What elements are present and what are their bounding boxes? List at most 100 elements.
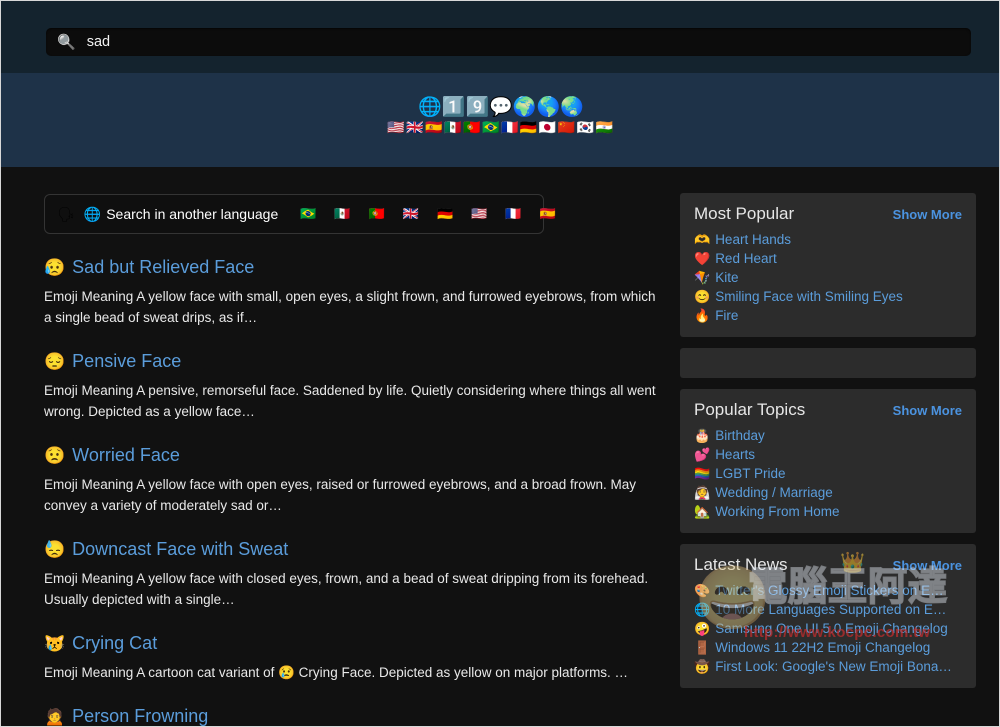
show-more-link[interactable]: Show More (893, 403, 962, 418)
item-label: Smiling Face with Smiling Eyes (715, 289, 903, 304)
most-popular-link[interactable]: 🫶 Heart Hands (694, 232, 791, 247)
item-label: Windows 11 22H2 Emoji Changelog (715, 640, 931, 655)
list-item[interactable]: 🤪 Samsung One UI 5.0 Emoji Changelog (694, 619, 962, 638)
list-item[interactable]: 🏳️‍🌈 LGBT Pride (694, 464, 962, 483)
list-item[interactable]: 👰 Wedding / Marriage (694, 483, 962, 502)
result-title-text: Crying Cat (72, 633, 158, 653)
news-link[interactable]: 🚪 Windows 11 22H2 Emoji Changelog (694, 640, 930, 655)
item-emoji: 🔥 (694, 308, 711, 323)
most-popular-link[interactable]: 😊 Smiling Face with Smiling Eyes (694, 289, 903, 304)
card-latest-news: Latest News Show More 🎨 Twitter's Glossy … (680, 544, 976, 688)
card-most-popular: Most Popular Show More 🫶 Heart Hands ❤️ Re… (680, 193, 976, 337)
sidebar: Most Popular Show More 🫶 Heart Hands ❤️ Re… (680, 167, 976, 688)
card-header: Most Popular Show More (694, 203, 962, 225)
result-title-text: Person Frowning (72, 706, 209, 726)
popular-topic-link[interactable]: 👰 Wedding / Marriage (694, 485, 833, 500)
emoji-logo-row: 🌐1️⃣9️⃣💬🌍🌎🌏 (418, 97, 584, 118)
item-emoji: 🪁 (694, 270, 711, 285)
search-result-item: 😓 Downcast Face with Sweat Emoji Meaning … (44, 538, 664, 610)
header-top-bar: 🔍 (1, 1, 999, 73)
item-label: Wedding / Marriage (715, 485, 833, 500)
header-flag-row[interactable]: 🇺🇸🇬🇧🇪🇸🇲🇽🇵🇹🇧🇷🇫🇷🇩🇪🇯🇵🇨🇳🇰🇷🇮🇳 (1, 119, 999, 136)
language-search-label: Search in another language (106, 206, 279, 222)
result-title-link[interactable]: 😿 Crying Cat (44, 632, 664, 655)
search-result-item: 😿 Crying Cat Emoji Meaning A cartoon cat … (44, 632, 664, 683)
card-ad-placeholder (680, 348, 976, 378)
item-label: First Look: Google's New Emoji Bona… (715, 659, 952, 674)
search-bar[interactable]: 🔍 (46, 28, 971, 56)
item-label: Kite (715, 270, 739, 285)
show-more-link[interactable]: Show More (893, 207, 962, 222)
result-title-link[interactable]: 🙍 Person Frowning (44, 705, 664, 726)
card-title: Latest News (694, 555, 788, 574)
list-item[interactable]: 🌐 10 More Languages Supported on E… (694, 600, 962, 619)
search-icon: 🔍 (57, 33, 76, 51)
item-emoji: 🏳️‍🌈 (694, 466, 711, 481)
item-emoji: 😊 (694, 289, 711, 304)
item-label: Working From Home (715, 504, 840, 519)
item-emoji: ❤️ (694, 251, 711, 266)
language-search-bar[interactable]: 🗣 🌐 Search in another language 🇧🇷🇲🇽🇵🇹🇬🇧🇩… (44, 194, 556, 234)
list-item[interactable]: 🔥 Fire (694, 306, 962, 325)
result-title-text: Downcast Face with Sweat (72, 539, 289, 559)
most-popular-link[interactable]: 🪁 Kite (694, 270, 738, 285)
emojipedia-search-page: 🔍 🌐1️⃣9️⃣💬🌍🌎🌏 🇺🇸🇬🇧🇪🇸🇲🇽🇵🇹🇧🇷🇫🇷🇩🇪🇯🇵🇨🇳🇰🇷🇮🇳 🗣… (0, 0, 1000, 727)
result-title-text: Worried Face (72, 445, 180, 465)
item-emoji: 🤪 (694, 621, 711, 636)
result-title-link[interactable]: 😥 Sad but Relieved Face (44, 256, 664, 279)
result-emoji: 😥 (44, 258, 66, 277)
card-header: Popular Topics Show More (694, 399, 962, 421)
list-item[interactable]: 🪁 Kite (694, 268, 962, 287)
result-emoji: 😿 (44, 634, 66, 653)
list-item[interactable]: 🎨 Twitter's Glossy Emoji Stickers on E… (694, 581, 962, 600)
list-item[interactable]: 🫶 Heart Hands (694, 230, 962, 249)
most-popular-link[interactable]: 🔥 Fire (694, 308, 738, 323)
item-label: Fire (715, 308, 739, 323)
list-item[interactable]: 🏡 Working From Home (694, 502, 962, 521)
speaking-head-icon: 🗣 (57, 205, 75, 222)
item-label: LGBT Pride (715, 466, 786, 481)
result-description: Emoji Meaning A pensive, remorseful face… (44, 383, 656, 419)
item-emoji: 🤠 (694, 659, 711, 674)
search-result-item: 🙍Person Frowning Emoji Meaning An upset … (44, 705, 664, 726)
language-flag-list[interactable]: 🇧🇷🇲🇽🇵🇹🇬🇧🇩🇪🇺🇸🇫🇷🇪🇸 (300, 206, 574, 222)
item-label: Samsung One UI 5.0 Emoji Changelog (715, 621, 948, 636)
news-link[interactable]: 🎨 Twitter's Glossy Emoji Stickers on E… (694, 583, 944, 598)
most-popular-link[interactable]: ❤️ Red Heart (694, 251, 777, 266)
card-title: Popular Topics (694, 400, 806, 419)
popular-topic-link[interactable]: 🏳️‍🌈 LGBT Pride (694, 466, 785, 481)
result-emoji: 🙍 (44, 707, 66, 726)
item-emoji: 🌐 (694, 602, 711, 617)
list-item[interactable]: ❤️ Red Heart (694, 249, 962, 268)
result-emoji: 😟 (44, 446, 66, 465)
news-link[interactable]: 🤠 First Look: Google's New Emoji Bona… (694, 659, 952, 674)
search-result-item: 😥 Sad but Relieved Face Emoji Meaning A y… (44, 256, 664, 328)
result-title-text: Sad but Relieved Face (72, 257, 255, 277)
result-title-link[interactable]: 😔 Pensive Face (44, 350, 664, 373)
result-description: Emoji Meaning A yellow face with small, … (44, 289, 656, 325)
list-item[interactable]: 🤠 First Look: Google's New Emoji Bona… (694, 657, 962, 676)
item-label: 10 More Languages Supported on E… (715, 602, 947, 617)
result-emoji: 😓 (44, 540, 66, 559)
search-result-item: 😟 Worried Face Emoji Meaning A yellow fac… (44, 444, 664, 516)
result-title-link[interactable]: 😟 Worried Face (44, 444, 664, 467)
item-emoji: 👰 (694, 485, 711, 500)
result-title-text: Pensive Face (72, 351, 182, 371)
popular-topic-link[interactable]: 💕 Hearts (694, 447, 755, 462)
list-item[interactable]: 💕 Hearts (694, 445, 962, 464)
item-emoji: 🫶 (694, 232, 711, 247)
popular-topic-link[interactable]: 🏡 Working From Home (694, 504, 839, 519)
search-input[interactable] (86, 32, 971, 52)
popular-topic-link[interactable]: 🎂 Birthday (694, 428, 765, 443)
list-item[interactable]: 🚪 Windows 11 22H2 Emoji Changelog (694, 638, 962, 657)
news-link[interactable]: 🌐 10 More Languages Supported on E… (694, 602, 946, 617)
show-more-link[interactable]: Show More (893, 558, 962, 573)
item-label: Heart Hands (715, 232, 791, 247)
list-item[interactable]: 🎂 Birthday (694, 426, 962, 445)
news-link[interactable]: 🤪 Samsung One UI 5.0 Emoji Changelog (694, 621, 948, 636)
result-emoji: 😔 (44, 352, 66, 371)
item-emoji: 🎂 (694, 428, 711, 443)
list-item[interactable]: 😊 Smiling Face with Smiling Eyes (694, 287, 962, 306)
result-title-link[interactable]: 😓 Downcast Face with Sweat (44, 538, 664, 561)
item-emoji: 💕 (694, 447, 711, 462)
